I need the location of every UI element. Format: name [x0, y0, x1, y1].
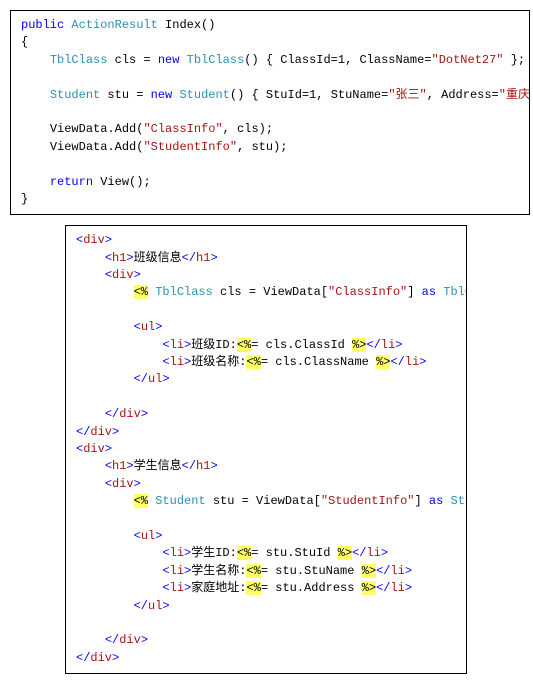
init-class-line: TblClass cls = new TblClass() { ClassId=…: [21, 52, 519, 69]
return-line: return View();: [21, 174, 519, 191]
init-student-line: Student stu = new Student() { StuId=1, S…: [21, 87, 519, 104]
brace-open: {: [21, 34, 519, 51]
class-heading-text: 班级信息: [134, 251, 182, 265]
studentinfo-scriptlet: <% Student stu = ViewData["StudentInfo"]…: [76, 493, 456, 510]
li-student-id: <li>学生ID:<%= stu.StuId %></li>: [76, 545, 456, 562]
method-signature: public ActionResult Index(): [21, 17, 519, 34]
brace-close: }: [21, 191, 519, 208]
aspx-view-block: <div> <h1>班级信息</h1> <div> <% TblClass cl…: [65, 225, 467, 674]
csharp-code-block: public ActionResult Index() { TblClass c…: [10, 10, 530, 215]
student-heading-text: 学生信息: [134, 459, 182, 473]
li-student-name: <li>学生名称:<%= stu.StuName %></li>: [76, 563, 456, 580]
classinfo-scriptlet: <% TblClass cls = ViewData["ClassInfo"] …: [76, 284, 456, 301]
li-class-id: <li>班级ID:<%= cls.ClassId %></li>: [76, 337, 456, 354]
viewdata-add-studentinfo: ViewData.Add("StudentInfo", stu);: [21, 139, 519, 156]
li-class-name: <li>班级名称:<%= cls.ClassName %></li>: [76, 354, 456, 371]
viewdata-add-classinfo: ViewData.Add("ClassInfo", cls);: [21, 121, 519, 138]
li-student-address: <li>家庭地址:<%= stu.Address %></li>: [76, 580, 456, 597]
